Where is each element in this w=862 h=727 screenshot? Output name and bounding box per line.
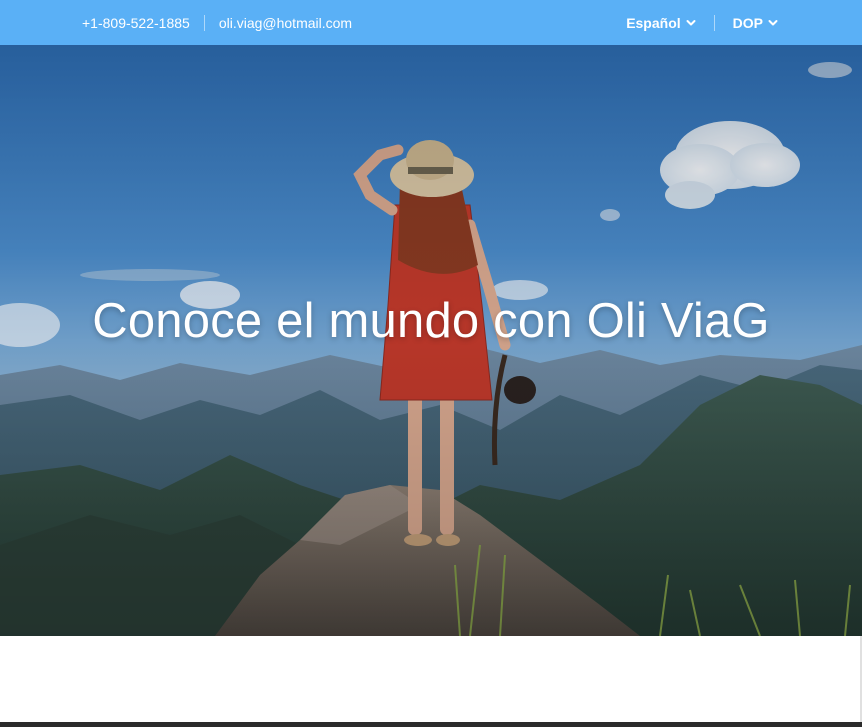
phone-link[interactable]: +1-809-522-1885 (82, 15, 190, 31)
divider (713, 14, 715, 31)
chevron-down-icon (768, 19, 778, 25)
bottom-bar (0, 722, 862, 727)
content-area (0, 636, 860, 722)
hero-banner: Conoce el mundo con Oli ViaG (0, 45, 862, 636)
hero-title: Conoce el mundo con Oli ViaG (92, 294, 770, 348)
chevron-down-icon (686, 19, 696, 25)
language-label: Español (626, 14, 681, 31)
page: +1-809-522-1885 oli.viag@hotmail.com Esp… (0, 0, 862, 727)
top-bar: +1-809-522-1885 oli.viag@hotmail.com Esp… (0, 0, 862, 45)
language-dropdown[interactable]: Español (626, 14, 696, 31)
contact-info: +1-809-522-1885 oli.viag@hotmail.com (82, 0, 352, 45)
currency-dropdown[interactable]: DOP (733, 15, 778, 31)
topbar-selectors: Español DOP (626, 0, 778, 45)
divider (203, 14, 205, 31)
currency-label: DOP (732, 14, 763, 31)
email-link[interactable]: oli.viag@hotmail.com (219, 15, 352, 31)
